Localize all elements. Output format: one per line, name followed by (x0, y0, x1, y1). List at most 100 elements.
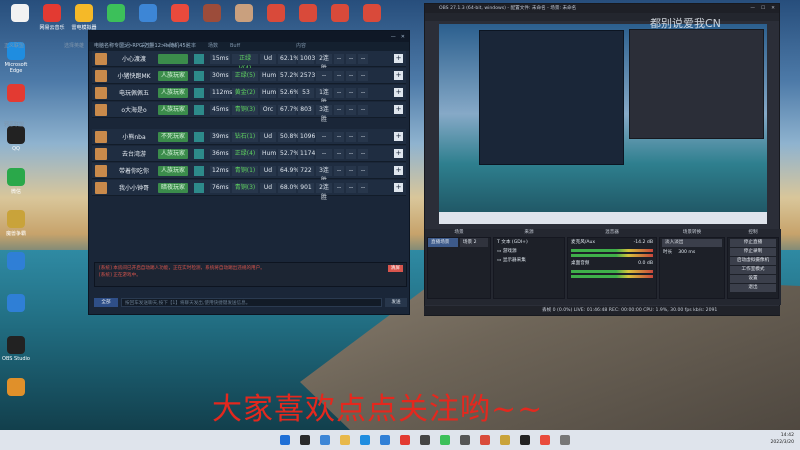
obs-control-button[interactable]: 工作室模式 (730, 266, 776, 274)
source-item[interactable]: ▭ 显示器采集 (494, 256, 564, 265)
add-button[interactable]: + (394, 166, 403, 175)
close-icon[interactable]: ✕ (771, 4, 775, 13)
desktop-icon-label: 微信 (10, 189, 21, 195)
player-row[interactable]: 小心渡渡15ms正绿V(4)Ud62.1%10032连胜------+ (92, 51, 406, 72)
player-row[interactable]: 去台湾游 人族玩家 36ms 正绿(4) Hum 52.7% 1174 -- -- -- -- + (92, 146, 406, 162)
add-button[interactable]: + (394, 54, 403, 63)
maximize-icon[interactable]: ☐ (761, 4, 765, 13)
obs-preview[interactable] (439, 24, 767, 224)
send-button[interactable]: 发送 (385, 297, 407, 307)
duration-input[interactable]: 300 ms (678, 248, 695, 257)
desktop-icon[interactable] (0, 252, 32, 272)
desktop-icon[interactable] (196, 4, 228, 24)
player-cell: -- (358, 104, 368, 115)
taskbar-app-icon[interactable] (380, 435, 390, 445)
desktop-icon[interactable]: QQ (0, 126, 32, 152)
column-header: Buff (230, 43, 241, 49)
player-cell: -- (334, 148, 344, 159)
desktop-icon[interactable]: 雷电模拟器 (68, 4, 100, 31)
wifi-icon (194, 165, 204, 176)
desktop-icon[interactable]: 网易云音乐 (36, 4, 68, 31)
player-ping: 15ms (210, 53, 230, 64)
player-row[interactable]: 小熊nba 不死玩家 39ms 钻石(1) Ud 50.8% 1096 -- -- -- -- + (92, 129, 406, 145)
taskbar-app-icon[interactable] (280, 435, 290, 445)
emulator-icon (75, 4, 93, 22)
source-item[interactable]: T 文本 (GDI+) (494, 238, 564, 247)
obs-control-button[interactable]: 设置 (730, 275, 776, 283)
desktop-icon[interactable] (164, 4, 196, 24)
app-icon (7, 252, 25, 270)
section-team2-header: 邪恶联盟 (4, 121, 318, 129)
system-clock[interactable]: 14:42 2022/3/20 (770, 432, 794, 446)
desktop-icon[interactable] (228, 4, 260, 24)
player-winrate: 62.1% (278, 53, 300, 64)
source-item[interactable]: ▭ 游戏源 (494, 247, 564, 256)
minimize-icon[interactable]: — (391, 34, 396, 40)
scene-item[interactable]: 直播场景 (428, 238, 458, 247)
taskbar-app-icon[interactable] (300, 435, 310, 445)
desktop-icon[interactable] (0, 294, 32, 314)
desktop-icon[interactable]: OBS Studio (0, 336, 32, 362)
taskbar-app-icon[interactable] (500, 435, 510, 445)
desktop-icon-label: Microsoft Edge (4, 62, 28, 74)
volume-slider[interactable] (571, 275, 653, 278)
player-row[interactable]: 小猪快跑MK 人族玩家 30ms 正绿(5) Hum 57.2% 2573 -- -- -- -- + (92, 68, 406, 84)
add-button[interactable]: + (394, 88, 403, 97)
player-avatar (95, 130, 107, 143)
scenes-panel: 直播场景 场景 2 (427, 237, 491, 299)
minimize-icon[interactable]: — (750, 4, 755, 13)
desktop-icon[interactable] (356, 4, 388, 24)
taskbar-app-icon[interactable] (560, 435, 570, 445)
player-cell: -- (334, 165, 344, 176)
desktop-icon[interactable] (100, 4, 132, 24)
taskbar-app-icon[interactable] (320, 435, 330, 445)
column-header (98, 42, 120, 50)
player-name: 电玩佩佩五 (118, 90, 149, 97)
chat-input[interactable]: 按回车发送聊天,按下【1】将聊天发出,使用快捷键发送信息。 (121, 297, 382, 307)
desktop-icon[interactable] (4, 4, 36, 24)
add-button[interactable]: + (394, 71, 403, 80)
add-button[interactable]: + (394, 132, 403, 141)
desktop-icon[interactable] (324, 4, 356, 24)
player-ping: 112ms (210, 87, 233, 98)
desktop-icon[interactable] (0, 378, 32, 398)
desktop-icon[interactable] (0, 84, 32, 104)
taskbar-app-icon[interactable] (360, 435, 370, 445)
player-buff: 2连胜 (316, 53, 332, 72)
taskbar-app-icon[interactable] (440, 435, 450, 445)
desktop-icon[interactable]: 魔兽争霸 (0, 210, 32, 237)
desktop-icon[interactable] (292, 4, 324, 24)
taskbar-app-icon[interactable] (520, 435, 530, 445)
taskbar-app-icon[interactable] (340, 435, 350, 445)
player-row[interactable]: 我小小钟哥 暗夜玩家 76ms 青铜(3) Ud 68.0% 901 2连胜 -- -- -- + (92, 180, 406, 201)
chat-channel-dropdown[interactable]: 全部 (94, 297, 118, 307)
obs-control-button[interactable]: 停止直播 (730, 239, 776, 247)
player-name: 小猪快跑MK (117, 73, 151, 80)
add-button[interactable]: + (394, 183, 403, 192)
close-icon[interactable]: ✕ (401, 34, 405, 40)
taskbar-app-icon[interactable] (460, 435, 470, 445)
desktop-icon[interactable] (260, 4, 292, 24)
player-avatar (95, 164, 107, 177)
transition-dropdown[interactable]: 淡入淡出 (662, 239, 722, 247)
obs-control-button[interactable]: 启动虚拟摄像机 (730, 257, 776, 265)
clear-log-button[interactable]: 清屏 (387, 265, 403, 272)
scene-item[interactable]: 场景 2 (459, 238, 488, 247)
taskbar-app-icon[interactable] (420, 435, 430, 445)
player-row[interactable]: 带着你吃你人族玩家12ms青铜(1)Ud64.9%7223连胜------+ (92, 163, 406, 184)
taskbar-app-icon[interactable] (480, 435, 490, 445)
desktop-icon[interactable]: 微信 (0, 168, 32, 195)
desktop-icon[interactable] (132, 4, 164, 24)
add-button[interactable]: + (394, 149, 403, 158)
taskbar-app-icon[interactable] (400, 435, 410, 445)
taskbar-app-icon[interactable] (540, 435, 550, 445)
log-line: [系统] 正在游戏中。 (99, 273, 141, 278)
obs-control-button[interactable]: 停止录制 (730, 248, 776, 256)
player-row[interactable]: 电玩佩佩五人族玩家112ms黄金(2)Hum52.6%531连胜------+ (92, 85, 406, 106)
wifi-icon (194, 53, 204, 64)
obs-control-button[interactable]: 退出 (730, 284, 776, 292)
player-row[interactable]: o大海是o 人族玩家 45ms 青铜(3) Orc 67.7% 803 3连胜 -- -- -- + (92, 102, 406, 123)
player-buff: 1连胜 (316, 87, 332, 106)
volume-slider[interactable] (571, 254, 653, 257)
add-button[interactable]: + (394, 105, 403, 114)
